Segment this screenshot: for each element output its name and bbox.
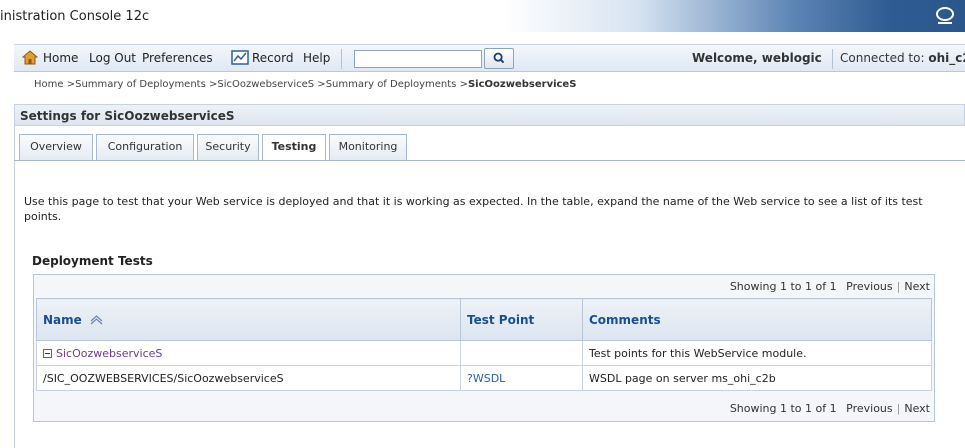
search-input[interactable] — [354, 50, 482, 68]
pager-bottom: Showing 1 to 1 of 1 Previous | Next — [730, 402, 930, 415]
connected-label: Connected to: — [840, 51, 925, 65]
pager-previous[interactable]: Previous — [846, 402, 893, 415]
search-button[interactable] — [484, 48, 514, 69]
breadcrumb: Home >Summary of Deployments >SicOozwebs… — [34, 79, 576, 90]
breadcrumb-separator: > — [317, 79, 326, 90]
breadcrumb-summary-deployments-2[interactable]: Summary of Deployments — [326, 79, 457, 90]
tab-overview[interactable]: Overview — [19, 134, 93, 160]
welcome-message: Welcome, weblogic — [692, 51, 822, 65]
sort-ascending-icon[interactable] — [90, 315, 103, 325]
breadcrumb-separator: > — [459, 79, 468, 90]
table-row: SicOozwebserviceS Test points for this W… — [36, 340, 932, 366]
breadcrumb-webservice[interactable]: SicOozwebserviceS — [217, 79, 314, 90]
toolbar-divider — [341, 49, 342, 69]
column-header-name[interactable]: Name — [36, 298, 461, 341]
home-link[interactable]: Home — [43, 51, 78, 65]
help-icon[interactable] — [934, 5, 956, 27]
record-link[interactable]: Record — [252, 51, 293, 65]
pager-showing: Showing 1 to 1 of 1 — [729, 402, 837, 415]
preferences-link[interactable]: Preferences — [142, 51, 213, 65]
table-cell-name: SicOozwebserviceS — [36, 340, 461, 366]
tab-testing[interactable]: Testing — [262, 134, 326, 161]
breadcrumb-current: SicOozwebserviceS — [467, 79, 577, 90]
tests-table: Name Test Point Comments SicOozwebservic… — [36, 298, 932, 391]
pager-separator: | — [896, 402, 901, 415]
settings-header: Settings for SicOozwebserviceS — [14, 104, 965, 126]
connected-status: Connected to: ohi_c2b — [840, 51, 965, 65]
breadcrumb-separator: > — [66, 79, 76, 90]
tab-underline — [14, 160, 965, 161]
logout-link[interactable]: Log Out — [89, 51, 136, 65]
breadcrumb-summary-deployments[interactable]: Summary of Deployments — [75, 79, 206, 90]
column-header-name-label: Name — [43, 312, 82, 327]
pager-top: Showing 1 to 1 of 1 Previous | Next — [730, 280, 930, 293]
breadcrumb-home[interactable]: Home — [34, 79, 64, 90]
column-header-comments[interactable]: Comments — [582, 298, 932, 341]
wsdl-test-link[interactable]: ?WSDL — [467, 372, 505, 385]
page-description: Use this page to test that your Web serv… — [24, 195, 923, 223]
pager-separator: | — [896, 280, 901, 293]
window-title: inistration Console 12c — [0, 9, 150, 24]
toolbar-divider — [832, 49, 833, 69]
tab-configuration[interactable]: Configuration — [96, 134, 194, 160]
table-cell-test-point — [460, 340, 583, 366]
pager-showing: Showing 1 to 1 of 1 — [729, 280, 837, 293]
record-icon[interactable] — [231, 50, 249, 65]
title-bar: inistration Console 12c — [0, 0, 965, 32]
table-row: /SIC_OOZWEBSERVICES/SicOozwebserviceS ?W… — [36, 365, 932, 391]
help-link[interactable]: Help — [303, 51, 330, 65]
collapse-icon[interactable] — [43, 349, 52, 358]
settings-title: Settings for SicOozwebserviceS — [20, 109, 235, 123]
panel-border — [14, 126, 15, 448]
toolbar: Home Log Out Preferences Record Help Wel… — [14, 44, 965, 72]
home-icon[interactable] — [22, 50, 38, 65]
webservice-link[interactable]: SicOozwebserviceS — [56, 347, 162, 360]
search-icon — [493, 52, 505, 64]
tab-security[interactable]: Security — [197, 134, 259, 160]
deployment-tests-title: Deployment Tests — [32, 254, 153, 268]
tab-monitoring[interactable]: Monitoring — [329, 134, 407, 160]
pager-next[interactable]: Next — [904, 280, 930, 293]
table-cell-test-point: ?WSDL — [460, 365, 583, 391]
connected-server: ohi_c2b — [928, 51, 965, 65]
pager-next[interactable]: Next — [904, 402, 930, 415]
table-cell-comments: Test points for this WebService module. — [582, 340, 932, 366]
table-cell-name: /SIC_OOZWEBSERVICES/SicOozwebserviceS — [36, 365, 461, 391]
column-header-test-point[interactable]: Test Point — [460, 298, 583, 341]
table-header-row: Name Test Point Comments — [36, 298, 932, 341]
pager-previous[interactable]: Previous — [846, 280, 893, 293]
table-cell-comments: WSDL page on server ms_ohi_c2b — [582, 365, 932, 391]
deployment-tests-table: Showing 1 to 1 of 1 Previous | Next Name T… — [33, 274, 935, 422]
